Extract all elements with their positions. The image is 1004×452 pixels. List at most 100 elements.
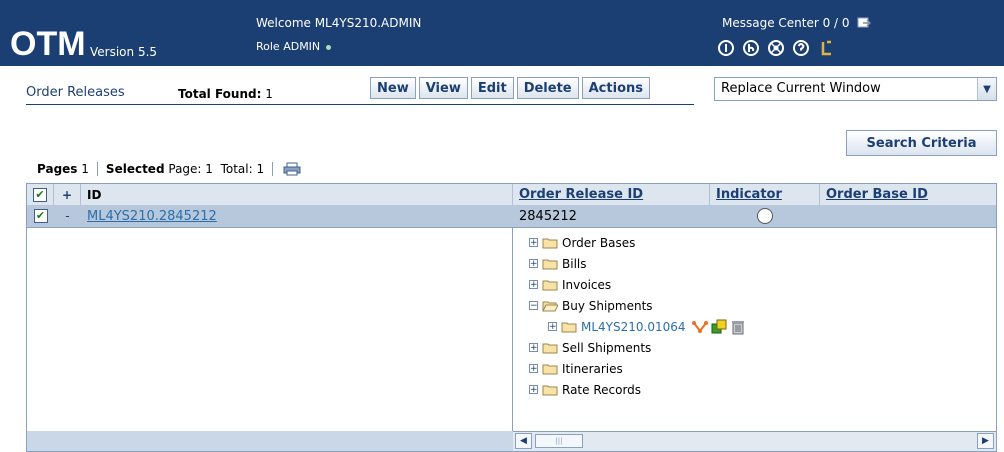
row-id-cell: ML4YS210.2845212 [87,205,507,227]
row-collapse-toggle[interactable]: - [54,205,81,227]
pages-label: Pages [37,162,78,176]
pager-divider [96,162,98,176]
tree-node-itineraries[interactable]: + Itineraries [529,358,746,379]
total-found-label: Total Found: [178,87,262,101]
results-grid: ✔ + ID Order Release ID Indicator Order … [26,183,997,452]
total-found: Total Found: 1 [178,87,273,101]
indicator-radio[interactable] [757,208,773,224]
window-mode-select[interactable]: Replace Current Window ▼ [714,77,997,101]
new-button[interactable]: New [370,77,416,99]
role-text: Role ADMIN [256,40,332,53]
scroll-thumb[interactable]: ||| [535,434,583,448]
folder-open-icon [542,301,558,311]
folder-icon [542,259,558,269]
expand-icon[interactable]: + [529,364,538,374]
grid-header: ✔ + ID Order Release ID Indicator Order … [27,184,996,206]
expand-icon[interactable]: + [529,280,538,290]
message-center[interactable]: Message Center 0 / 0 [722,16,872,30]
tree-label[interactable]: Buy Shipments [562,299,653,313]
table-row[interactable]: ✔ - ML4YS210.2845212 2845212 [27,205,996,228]
scroll-right-icon[interactable]: ▶ [977,433,994,449]
row-indicator-cell [710,205,820,227]
app-header: OTM Version 5.5 Welcome ML4YS210.ADMIN R… [0,0,1004,66]
edit-button[interactable]: Edit [470,77,514,99]
app-logo: OTM [10,25,86,63]
order-release-id-sort-link[interactable]: Order Release ID [519,187,643,202]
related-objects-tree: + Order Bases + Bills + Invoices − Buy S… [529,232,746,400]
select-all-checkbox[interactable]: ✔ [33,187,47,202]
detail-left-footer [27,431,513,451]
collapse-icon[interactable]: − [529,301,538,311]
select-all-cell: ✔ [27,184,54,205]
expand-all-toggle[interactable]: + [54,184,81,205]
tree-node-shipment[interactable]: + ML4YS210.01064 [548,316,746,337]
order-base-id-sort-link[interactable]: Order Base ID [826,187,928,202]
total-found-value: 1 [265,87,273,101]
pager-divider [272,162,274,176]
tree-node-bills[interactable]: + Bills [529,253,746,274]
column-header-id: ID [81,184,513,205]
column-header-order-base-id[interactable]: Order Base ID [820,184,996,205]
status-dot-icon [326,44,332,50]
page-title: Order Releases [26,85,125,100]
chevron-down-icon[interactable]: ▼ [977,78,996,100]
action-buttons: New View Edit Delete Actions [370,77,650,99]
pager: Pages 1 Selected Page: 1 Total: 1 [37,162,301,176]
exit-icon[interactable] [816,38,836,58]
shipment-link[interactable]: ML4YS210.01064 [581,320,686,334]
tree-node-sell-shipments[interactable]: + Sell Shipments [529,337,746,358]
message-center-label: Message Center 0 / 0 [722,16,850,30]
tree-node-order-bases[interactable]: + Order Bases [529,232,746,253]
expand-icon[interactable]: + [529,343,538,353]
search-criteria-button[interactable]: Search Criteria [846,130,997,156]
trash-icon[interactable] [730,319,746,335]
tree-label[interactable]: Bills [562,257,587,271]
folder-icon [542,238,558,248]
expand-icon[interactable]: + [529,385,538,395]
row-id-link[interactable]: ML4YS210.2845212 [87,209,217,224]
scroll-left-icon[interactable]: ◀ [515,433,532,449]
tree-label[interactable]: Order Bases [562,236,635,250]
role-label: Role ADMIN [256,40,321,53]
message-icon[interactable] [857,16,872,30]
folder-icon [542,280,558,290]
tree-label[interactable]: Invoices [562,278,611,292]
info-icon[interactable] [716,38,736,58]
row-checkbox[interactable]: ✔ [33,209,48,223]
question-icon[interactable] [791,38,811,58]
expand-icon[interactable]: + [529,238,538,248]
header-toolbar [716,38,836,58]
expand-icon[interactable]: + [529,259,538,269]
folder-icon [542,385,558,395]
tree-node-invoices[interactable]: + Invoices [529,274,746,295]
actions-button[interactable]: Actions [581,77,650,99]
horizontal-scrollbar[interactable]: ◀ ||| ▶ [513,431,996,451]
pages-value[interactable]: 1 [81,162,89,176]
tree-label[interactable]: Rate Records [562,383,641,397]
print-icon[interactable] [283,162,301,176]
help-circle-icon[interactable] [766,38,786,58]
column-header-order-release-id[interactable]: Order Release ID [513,184,710,205]
folder-icon [542,364,558,374]
title-divider [26,104,694,105]
tree-label[interactable]: Itineraries [562,362,623,376]
back-icon[interactable] [741,38,761,58]
delete-button[interactable]: Delete [516,77,579,99]
folder-icon [542,343,558,353]
window-mode-value: Replace Current Window [721,81,881,96]
folder-icon [561,322,577,332]
copy-icon[interactable] [711,319,727,335]
tree-label[interactable]: Sell Shipments [562,341,651,355]
row-order-release-id: 2845212 [519,208,577,224]
view-button[interactable]: View [418,77,468,99]
row-select-cell: ✔ [27,205,54,227]
route-icon[interactable] [691,319,708,335]
selected-page: Page: 1 [168,162,213,176]
tree-node-rate-records[interactable]: + Rate Records [529,379,746,400]
column-header-indicator[interactable]: Indicator [710,184,820,205]
indicator-sort-link[interactable]: Indicator [716,187,782,202]
tree-node-buy-shipments[interactable]: − Buy Shipments [529,295,746,316]
detail-left-pane [27,227,513,451]
expand-icon[interactable]: + [548,322,557,332]
selected-label: Selected [105,162,165,176]
